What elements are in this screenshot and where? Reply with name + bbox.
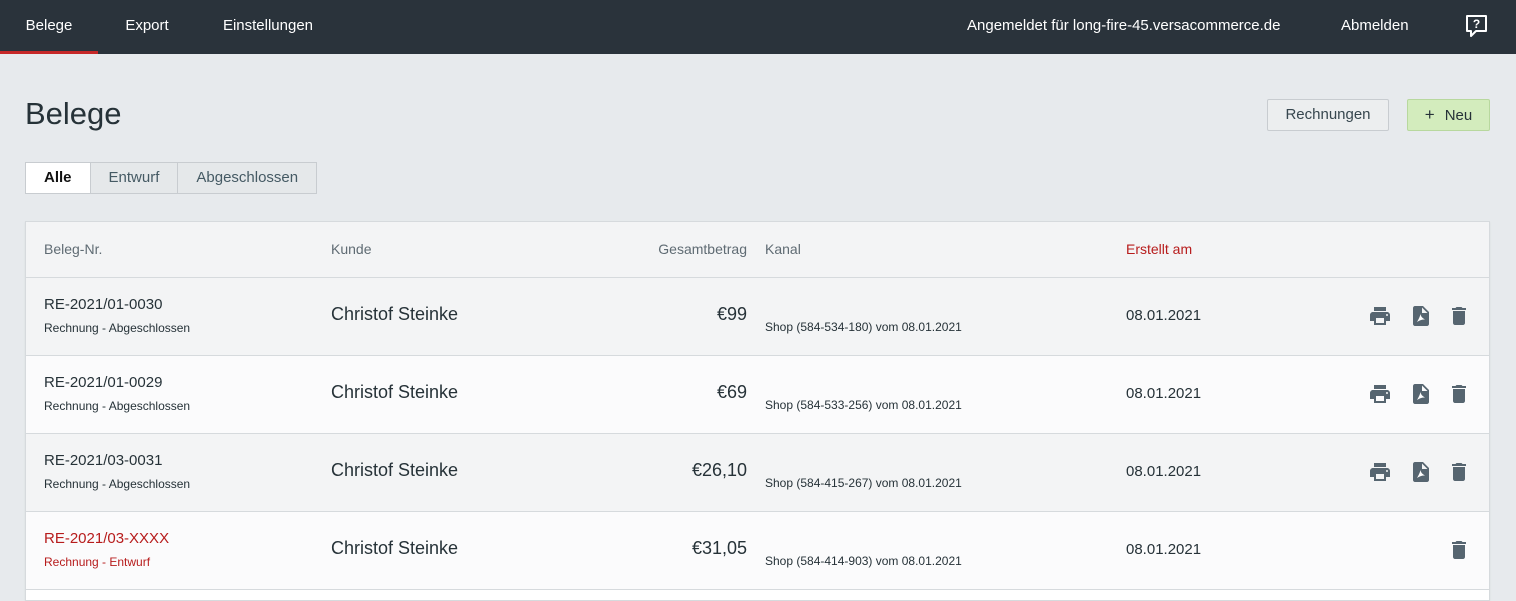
tab-export[interactable]: Export xyxy=(112,0,182,54)
beleg-number[interactable]: RE-2021/03-0031 xyxy=(44,452,162,469)
customer-name: Christof Steinke xyxy=(331,382,459,402)
created-date: 08.01.2021 xyxy=(1126,463,1202,480)
tab-einstellungen[interactable]: Einstellungen xyxy=(212,0,324,54)
plus-icon: + xyxy=(1424,105,1435,124)
logged-in-text: Angemeldet für long-fire-45.versacommerc… xyxy=(967,17,1281,34)
table-row[interactable]: RE-2021/01-0029 Rechnung - Abgeschlossen… xyxy=(26,356,1489,434)
belege-table: Beleg-Nr. Kunde Gesamtbetrag Kanal Erste… xyxy=(25,221,1490,601)
channel: Shop (584-533-256) vom 08.01.2021 xyxy=(765,398,962,412)
print-icon[interactable] xyxy=(1368,382,1392,406)
help-question-icon[interactable]: ? xyxy=(1465,14,1488,38)
total-amount: €99 xyxy=(716,304,747,324)
tab-belege[interactable]: Belege xyxy=(0,0,98,54)
filter-entwurf[interactable]: Entwurf xyxy=(89,162,179,194)
pdf-icon[interactable] xyxy=(1409,304,1433,328)
customer-name: Christof Steinke xyxy=(331,538,459,558)
total-amount: €26,10 xyxy=(691,460,747,480)
beleg-number[interactable]: RE-2021/01-0029 xyxy=(44,374,162,391)
column-header-kanal[interactable]: Kanal xyxy=(765,222,801,276)
channel: Shop (584-415-267) vom 08.01.2021 xyxy=(765,476,962,490)
total-amount: €69 xyxy=(716,382,747,402)
table-header: Beleg-Nr. Kunde Gesamtbetrag Kanal Erste… xyxy=(26,222,1489,278)
new-button-label: Neu xyxy=(1444,107,1473,124)
channel: Shop (584-534-180) vom 08.01.2021 xyxy=(765,320,962,334)
table-row[interactable]: RE-2021/01-0030 Rechnung - Abgeschlossen… xyxy=(26,278,1489,356)
column-header-erstellt-am[interactable]: Erstellt am xyxy=(1126,222,1192,276)
customer-name: Christof Steinke xyxy=(331,460,459,480)
column-header-gesamtbetrag[interactable]: Gesamtbetrag xyxy=(658,222,747,276)
trash-icon[interactable] xyxy=(1447,538,1471,562)
logout-link[interactable]: Abmelden xyxy=(1341,0,1409,54)
created-date: 08.01.2021 xyxy=(1126,541,1202,558)
rechnungen-button[interactable]: Rechnungen xyxy=(1267,99,1389,131)
table-row[interactable]: RE-2021/03-XXXX Rechnung - Entwurf Chris… xyxy=(26,512,1489,590)
page-title: Belege xyxy=(25,96,122,131)
beleg-number[interactable]: RE-2021/01-0030 xyxy=(44,296,162,313)
filter-abgeschlossen[interactable]: Abgeschlossen xyxy=(177,162,318,194)
trash-icon[interactable] xyxy=(1447,304,1471,328)
column-header-beleg-nr[interactable]: Beleg-Nr. xyxy=(44,222,102,276)
pdf-icon[interactable] xyxy=(1409,382,1433,406)
beleg-status: Rechnung - Entwurf xyxy=(44,555,151,569)
top-navigation: Belege Export Einstellungen Angemeldet f… xyxy=(0,0,1516,54)
pdf-icon[interactable] xyxy=(1409,460,1433,484)
beleg-status: Rechnung - Abgeschlossen xyxy=(44,321,191,335)
beleg-number[interactable]: RE-2021/03-XXXX xyxy=(44,530,169,547)
beleg-status: Rechnung - Abgeschlossen xyxy=(44,477,191,491)
trash-icon[interactable] xyxy=(1447,460,1471,484)
print-icon[interactable] xyxy=(1368,460,1392,484)
total-amount: €31,05 xyxy=(691,538,747,558)
new-button[interactable]: + Neu xyxy=(1407,99,1490,131)
trash-icon[interactable] xyxy=(1447,382,1471,406)
svg-text:?: ? xyxy=(1473,17,1480,31)
table-row[interactable]: RE-2021/03-0031 Rechnung - Abgeschlossen… xyxy=(26,434,1489,512)
status-filter: Alle Entwurf Abgeschlossen xyxy=(25,162,318,194)
created-date: 08.01.2021 xyxy=(1126,385,1202,402)
channel: Shop (584-414-903) vom 08.01.2021 xyxy=(765,554,962,568)
created-date: 08.01.2021 xyxy=(1126,307,1202,324)
customer-name: Christof Steinke xyxy=(331,304,459,324)
column-header-kunde[interactable]: Kunde xyxy=(331,222,371,276)
beleg-status: Rechnung - Abgeschlossen xyxy=(44,399,191,413)
filter-alle[interactable]: Alle xyxy=(25,162,91,194)
print-icon[interactable] xyxy=(1368,304,1392,328)
